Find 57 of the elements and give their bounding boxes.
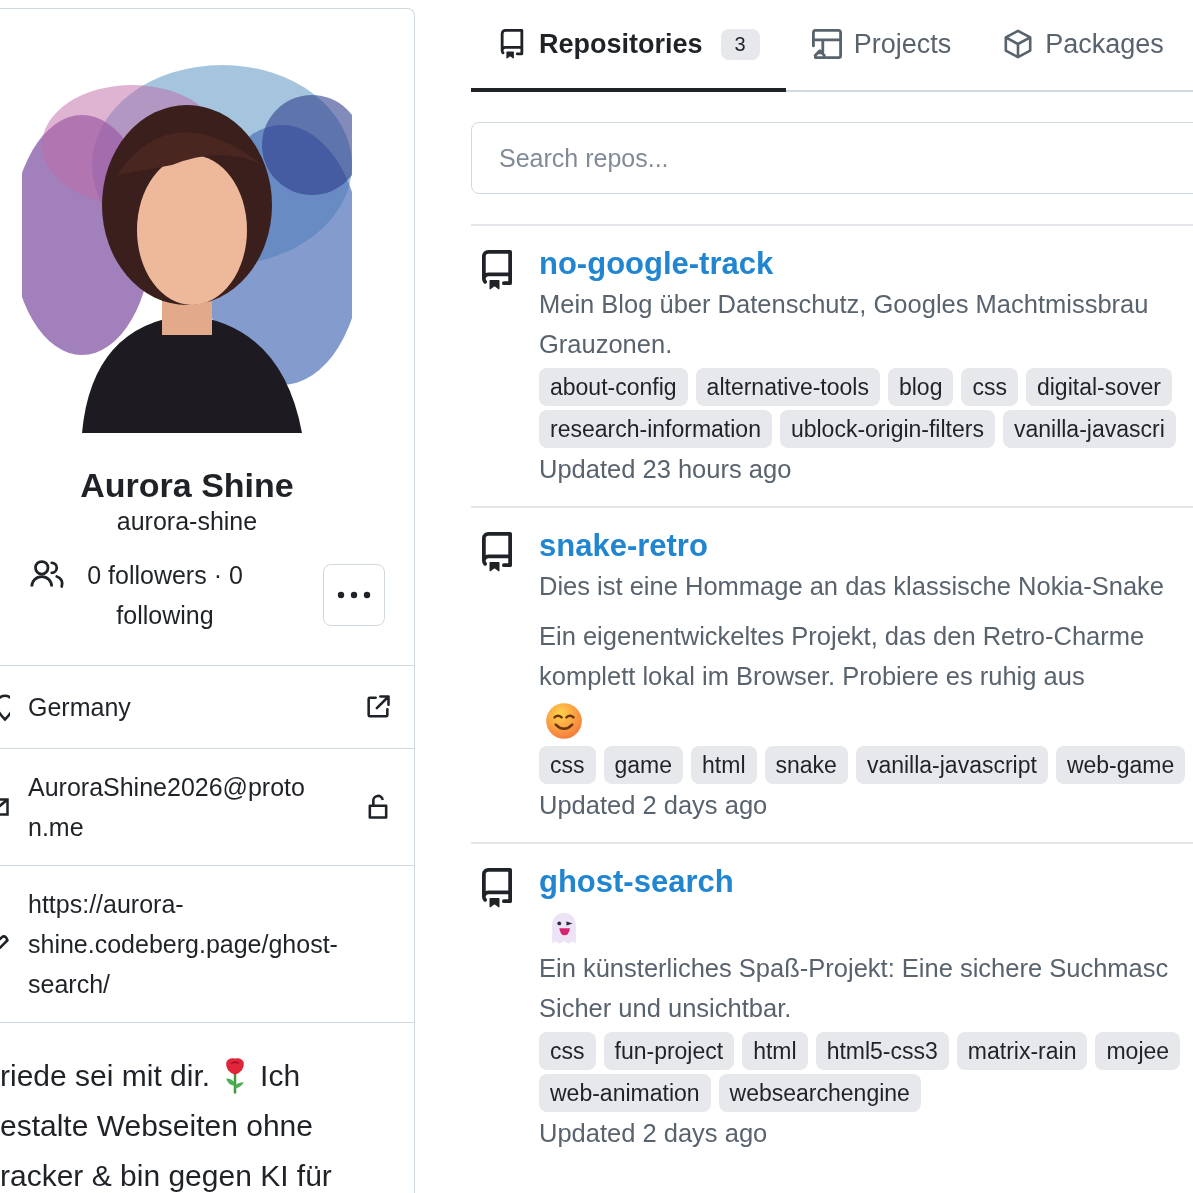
topic-tag[interactable]: html [742,1032,808,1070]
username: aurora-shine [115,506,259,537]
tab[interactable]: Packages [977,0,1190,92]
topic-tag[interactable]: html [691,746,757,784]
cube-icon [1003,28,1034,60]
profile-name: Aurora Shine [79,465,295,505]
topic-tag[interactable]: web-game [1055,746,1186,784]
topic-tag[interactable]: html5-css3 [815,1032,949,1070]
repo-description: Ein eigenentwickeltes Projekt, das den Retro-Charme [539,621,1146,652]
bio-text: racker & bin gegen KI für [0,1158,333,1193]
updated-time: Updated 2 days ago [539,790,769,821]
topic-tag[interactable]: snake [764,746,848,784]
count-badge: 3 [720,28,760,60]
email-text: AuroraShine2026@proton.me [28,772,306,843]
repo-description: Ein künsterliches Spaß-Projekt: Eine sichere Suchmasc [539,953,1170,984]
bio-text: riede sei mit dir. [0,1058,211,1094]
topic-tag[interactable]: about-config [539,368,688,406]
people-icon [30,559,66,589]
more-button[interactable] [323,564,385,626]
topic-tag[interactable]: vanilla-javascript [855,746,1048,784]
website-link[interactable]: https://aurora-shine.codeberg.page/ghost-search/ [28,884,378,1004]
topic-tag[interactable]: css [961,368,1018,406]
topic-tag[interactable]: css [539,1032,596,1070]
repo-description: komplett lokal im Browser. Probiere es ruhig aus [539,661,1086,692]
more-icon [337,591,371,599]
topic-tag[interactable]: ublock-origin-filters [779,410,995,448]
table-icon [811,28,842,60]
topic-tag[interactable]: mojee [1095,1032,1181,1070]
topic-tag[interactable]: blog [887,368,954,406]
topic-tag[interactable]: digital-sover [1025,368,1172,406]
repo-description: Dies ist eine Hommage an das klassische Nokia-Snake [539,571,1166,602]
bio-text: estalte Webseiten ohne [0,1108,314,1144]
repo-name-link[interactable]: no-google-track [539,244,1176,284]
external-link-icon[interactable] [364,693,392,721]
bio-text: Ich [260,1058,301,1094]
repo-description: Mein Blog über Datenschutz, Googles Machtmissbrau [539,289,1150,320]
location-text: Germany [28,692,132,723]
tab[interactable]: Repositories 3 [471,0,786,92]
updated-time: Updated 23 hours ago [539,454,793,485]
repo-description: Sicher und unsichtbar. [539,993,793,1024]
repo-description: Grauzonen. [539,329,674,360]
topic-tag[interactable]: websearchengine [718,1074,921,1112]
topic-tag[interactable]: alternative-tools [695,368,880,406]
topic-tag[interactable]: matrix-rain [956,1032,1088,1070]
topic-tag[interactable]: research-information [539,410,772,448]
topic-tag[interactable]: css [539,746,596,784]
topic-tag[interactable]: web-animation [539,1074,711,1112]
updated-time: Updated 2 days ago [539,1118,769,1149]
tab[interactable]: Projects [785,0,978,92]
repo-name-link[interactable]: snake-retro [539,526,1186,566]
smiley-icon [545,702,583,740]
search-field[interactable]: Search repos... [471,122,1193,194]
topic-tag[interactable]: vanilla-javascri [1002,410,1176,448]
topic-tag[interactable]: fun-project [603,1032,735,1070]
followers-count[interactable]: 0 followers · 0 following [70,555,260,635]
topic-tag[interactable]: game [603,746,684,784]
repo-name-link[interactable]: ghost-search [539,862,1181,902]
